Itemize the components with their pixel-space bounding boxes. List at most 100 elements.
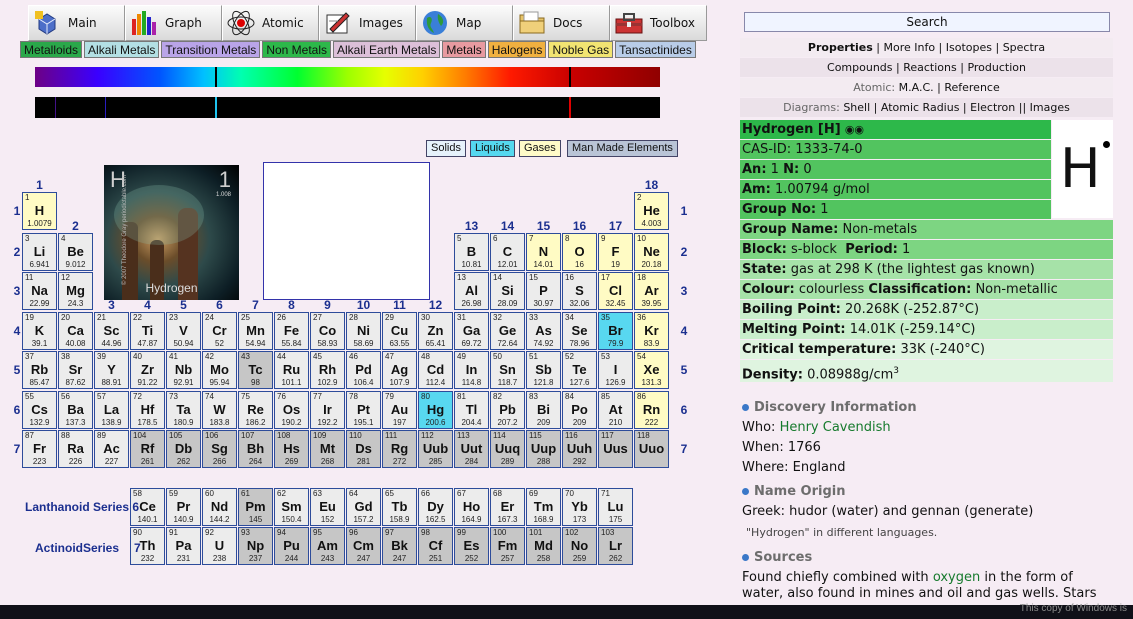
toolbar-docs-button[interactable]: Docs [513,5,610,41]
element-tl[interactable]: 81 Tl 204.4 [454,391,489,429]
element-pa[interactable]: 91 Pa 231 [166,527,201,565]
element-bi[interactable]: 83 Bi 209 [526,391,561,429]
element-pt[interactable]: 78 Pt 195.1 [346,391,381,429]
element-ra[interactable]: 88 Ra 226 [58,430,93,468]
nav-properties[interactable]: Properties [808,41,873,54]
element-p[interactable]: 15 P 30.97 [526,272,561,310]
nav-electron[interactable]: Electron [970,101,1015,114]
element-la[interactable]: 57 La 138.9 [94,391,129,429]
element-rf[interactable]: 104 Rf 261 [130,430,165,468]
toolbar-map-button[interactable]: Map [416,5,513,41]
element-co[interactable]: 27 Co 58.93 [310,312,345,350]
element-uuq[interactable]: 114 Uuq 289 [490,430,525,468]
element-lr[interactable]: 103 Lr 262 [598,527,633,565]
element-c[interactable]: 6 C 12.01 [490,233,525,271]
element-yb[interactable]: 70 Yb 173 [562,488,597,526]
element-au[interactable]: 79 Au 197 [382,391,417,429]
element-cu[interactable]: 29 Cu 63.55 [382,312,417,350]
element-he[interactable]: 2 He 4.003 [634,192,669,230]
filter-man-made-elements-button[interactable]: Man Made Elements [567,140,678,157]
element-ac[interactable]: 89 Ac 227 [94,430,129,468]
nav-production[interactable]: Production [967,61,1026,74]
element-f[interactable]: 9 F 19 [598,233,633,271]
element-pr[interactable]: 59 Pr 140.9 [166,488,201,526]
element-tc[interactable]: 43 Tc 98 [238,351,273,389]
element-os[interactable]: 76 Os 190.2 [274,391,309,429]
element-nb[interactable]: 41 Nb 92.91 [166,351,201,389]
element-uuh[interactable]: 116 Uuh 292 [562,430,597,468]
category-non-metals[interactable]: Non Metals [262,41,332,58]
element-am[interactable]: 95 Am 243 [310,527,345,565]
element-cr[interactable]: 24 Cr 52 [202,312,237,350]
filter-gases-button[interactable]: Gases [519,140,561,157]
discovery-heading[interactable]: Discovery Information [742,400,917,415]
element-v[interactable]: 23 V 50.94 [166,312,201,350]
element-as[interactable]: 33 As 74.92 [526,312,561,350]
toolbar-toolbox-button[interactable]: Toolbox [610,5,707,41]
element-eu[interactable]: 63 Eu 152 [310,488,345,526]
element-rg[interactable]: 111 Rg 272 [382,430,417,468]
element-ti[interactable]: 22 Ti 47.87 [130,312,165,350]
element-ir[interactable]: 77 Ir 192.2 [310,391,345,429]
element-pd[interactable]: 46 Pd 106.4 [346,351,381,389]
element-be[interactable]: 4 Be 9.012 [58,233,93,271]
element-ar[interactable]: 18 Ar 39.95 [634,272,669,310]
element-ga[interactable]: 31 Ga 69.72 [454,312,489,350]
element-ru[interactable]: 44 Ru 101.1 [274,351,309,389]
element-nd[interactable]: 60 Nd 144.2 [202,488,237,526]
nav-reactions[interactable]: Reactions [903,61,957,74]
nav-images[interactable]: Images [1030,101,1070,114]
element-lu[interactable]: 71 Lu 175 [598,488,633,526]
nav-spectra[interactable]: Spectra [1003,41,1045,54]
element-cl[interactable]: 17 Cl 32.45 [598,272,633,310]
element-pm[interactable]: 61 Pm 145 [238,488,273,526]
filter-solids-button[interactable]: Solids [426,140,466,157]
element-na[interactable]: 11 Na 22.99 [22,272,57,310]
element-sr[interactable]: 38 Sr 87.62 [58,351,93,389]
element-mo[interactable]: 42 Mo 95.94 [202,351,237,389]
element-al[interactable]: 13 Al 26.98 [454,272,489,310]
element-tb[interactable]: 65 Tb 158.9 [382,488,417,526]
element-md[interactable]: 101 Md 258 [526,527,561,565]
element-te[interactable]: 52 Te 127.6 [562,351,597,389]
element-sn[interactable]: 50 Sn 118.7 [490,351,525,389]
category-metalloids[interactable]: Metalloids [20,41,83,58]
oxygen-link[interactable]: oxygen [933,570,980,585]
nav-isotopes[interactable]: Isotopes [946,41,992,54]
element-at[interactable]: 85 At 210 [598,391,633,429]
sources-heading[interactable]: Sources [742,550,812,565]
element-rb[interactable]: 37 Rb 85.47 [22,351,57,389]
element-dy[interactable]: 66 Dy 162.5 [418,488,453,526]
element-es[interactable]: 99 Es 252 [454,527,489,565]
nav-shell[interactable]: Shell [843,101,870,114]
nav-more-info[interactable]: More Info [883,41,935,54]
element-ag[interactable]: 47 Ag 107.9 [382,351,417,389]
element-si[interactable]: 14 Si 28.09 [490,272,525,310]
nav-reference[interactable]: Reference [944,81,999,94]
element-ni[interactable]: 28 Ni 58.69 [346,312,381,350]
element-u[interactable]: 92 U 238 [202,527,237,565]
languages-link[interactable]: "Hydrogen" in different languages. [746,526,937,539]
element-uup[interactable]: 115 Uup 288 [526,430,561,468]
element-hs[interactable]: 108 Hs 269 [274,430,309,468]
element-w[interactable]: 74 W 183.8 [202,391,237,429]
element-sc[interactable]: 21 Sc 44.96 [94,312,129,350]
element-sm[interactable]: 62 Sm 150.4 [274,488,309,526]
element-rn[interactable]: 86 Rn 222 [634,391,669,429]
discoverer-link[interactable]: Henry Cavendish [780,420,891,435]
element-in[interactable]: 49 In 114.8 [454,351,489,389]
nav-mac[interactable]: M.A.C. [899,81,934,94]
element-fr[interactable]: 87 Fr 223 [22,430,57,468]
element-ge[interactable]: 32 Ge 72.64 [490,312,525,350]
element-y[interactable]: 39 Y 88.91 [94,351,129,389]
element-se[interactable]: 34 Se 78.96 [562,312,597,350]
element-uub[interactable]: 112 Uub 285 [418,430,453,468]
toolbar-atomic-button[interactable]: Atomic [222,5,319,41]
hydrogen-element-image[interactable]: H 1 1.008 © 2007 Theodore Gray periodict… [104,165,239,300]
element-mn[interactable]: 25 Mn 54.94 [238,312,273,350]
element-no[interactable]: 102 No 259 [562,527,597,565]
element-ba[interactable]: 56 Ba 137.3 [58,391,93,429]
element-ds[interactable]: 110 Ds 281 [346,430,381,468]
element-n[interactable]: 7 N 14.01 [526,233,561,271]
element-h[interactable]: 1 H 1.0079 [22,192,57,230]
